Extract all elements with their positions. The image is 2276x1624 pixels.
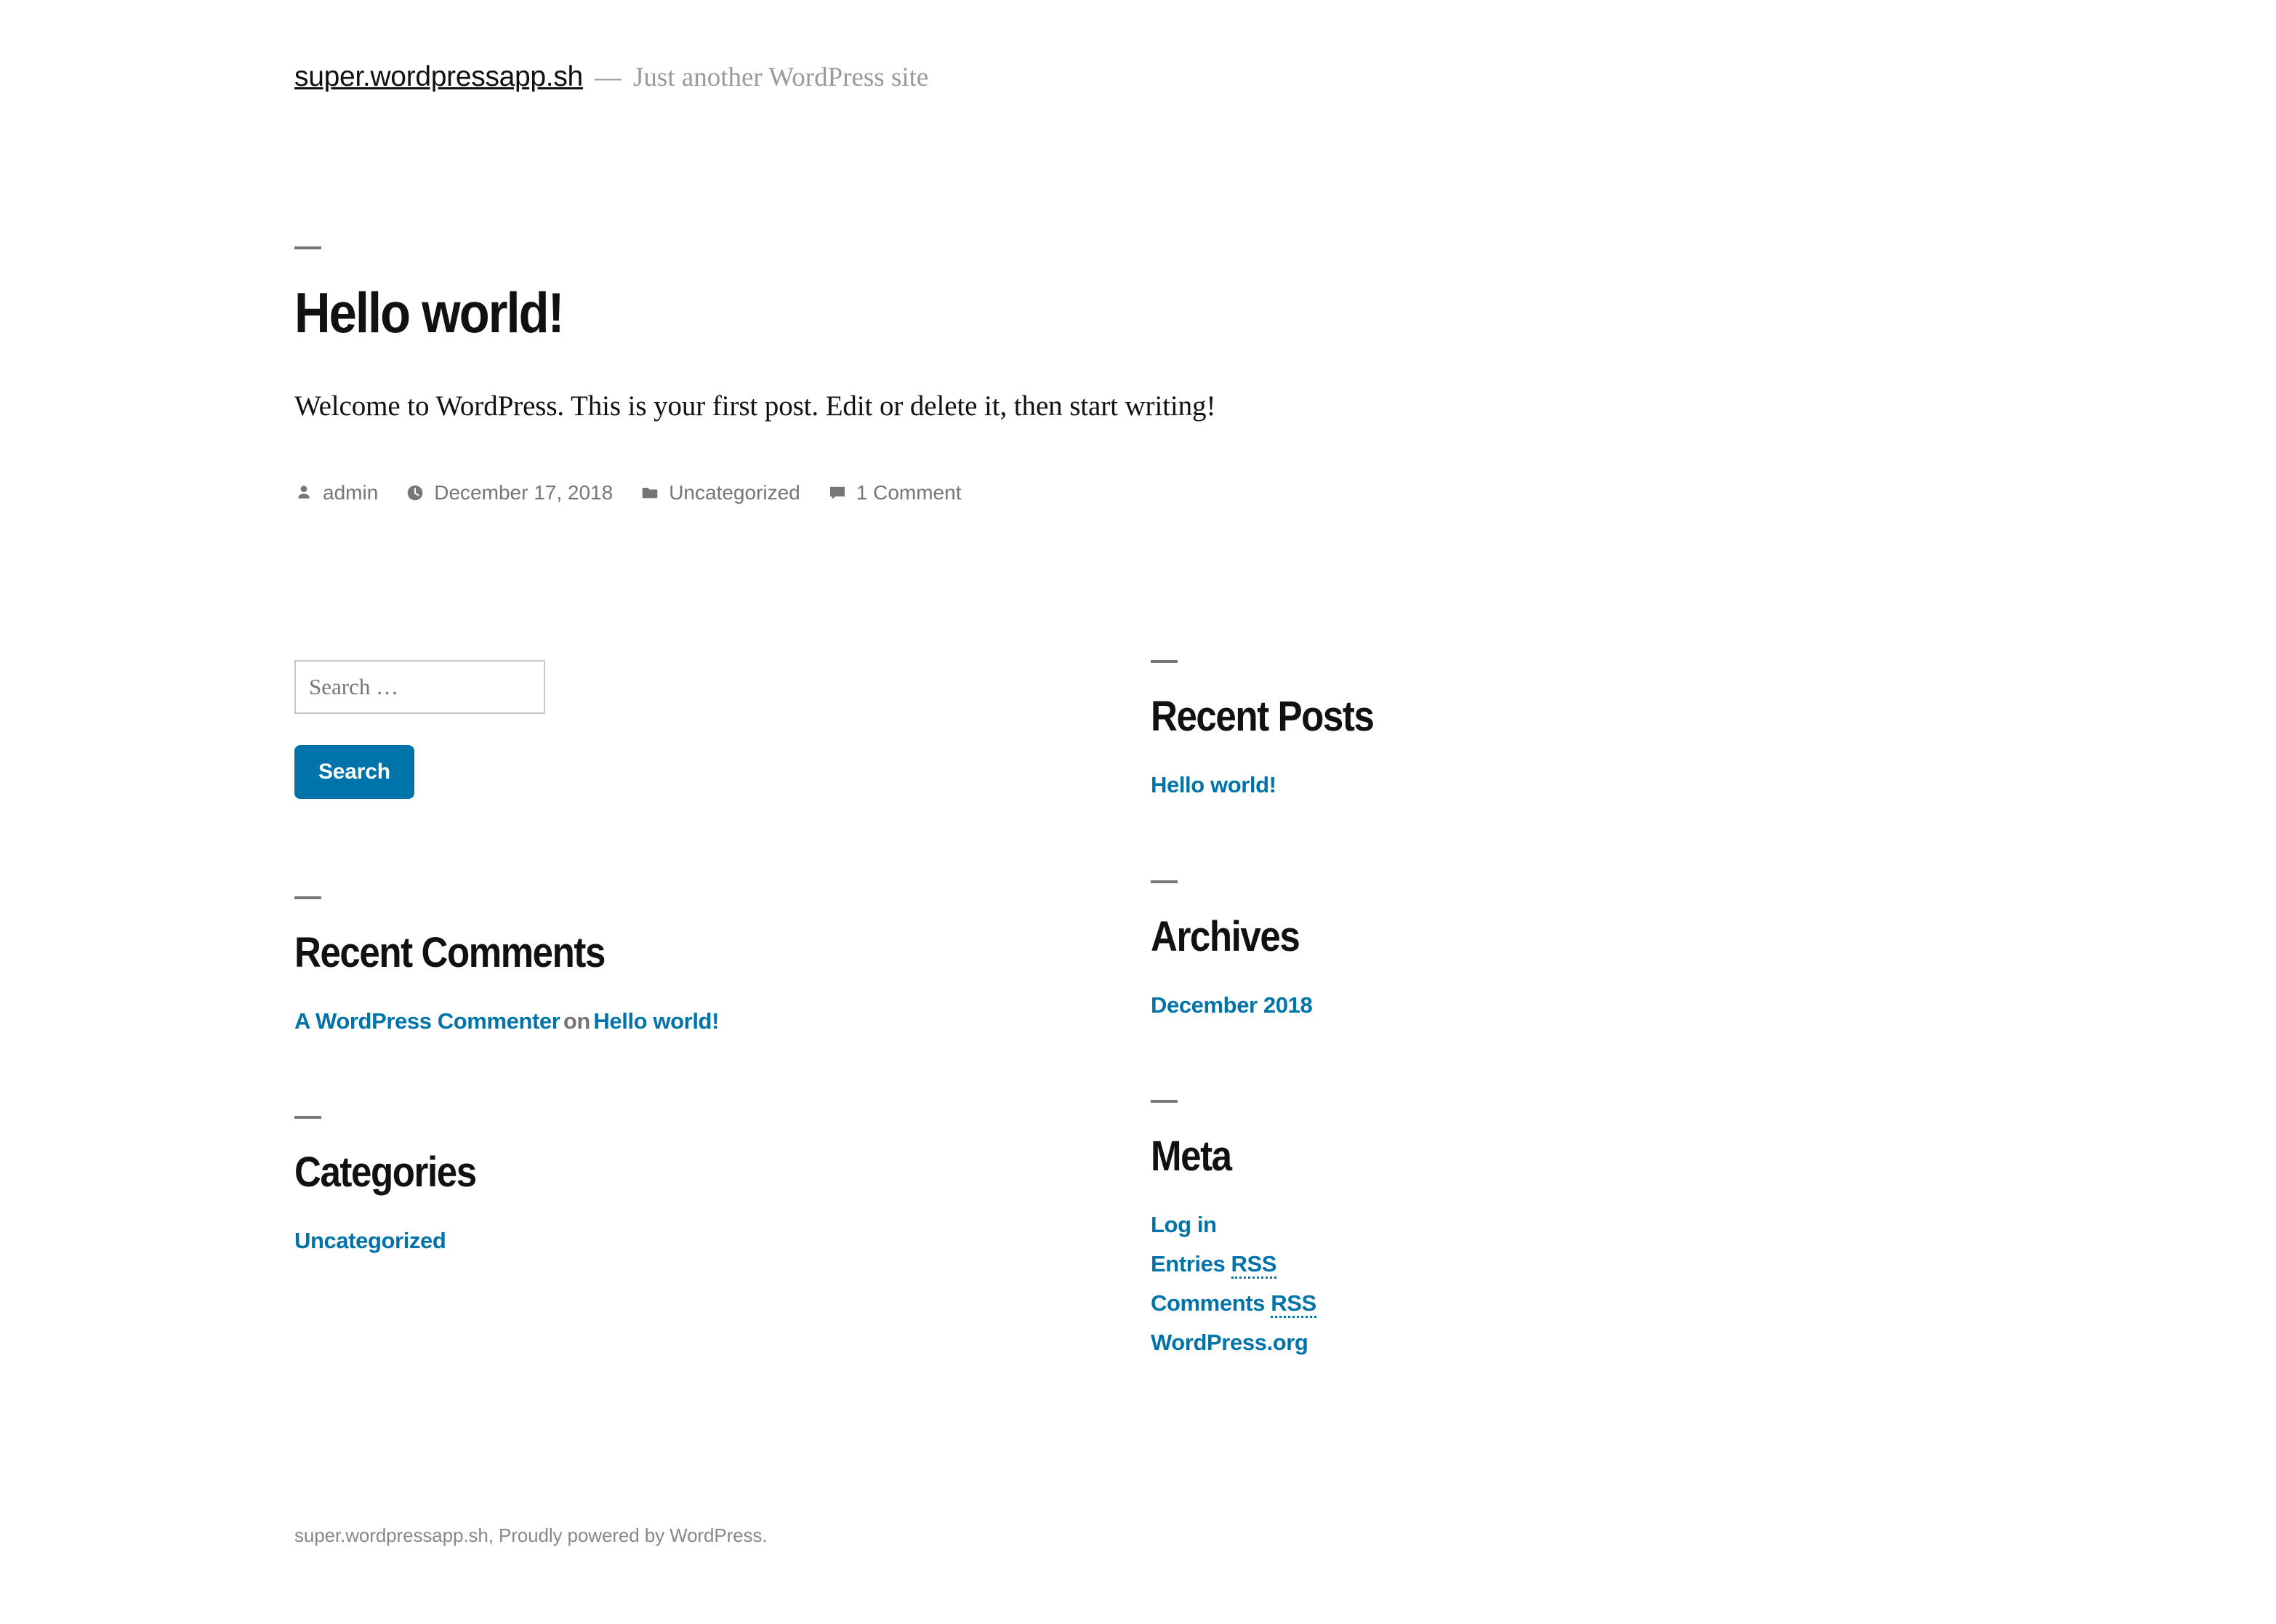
site-footer: super.wordpressapp.sh, Proudly powered b… (294, 1524, 768, 1546)
list-item: December 2018 (1151, 992, 1950, 1018)
post-meta-comments[interactable]: 1 Comment (828, 481, 962, 504)
site-description: Just another WordPress site (632, 63, 929, 92)
post-meta: admin December 17, 2018 Uncategorized 1 … (294, 428, 1988, 503)
meta-list: Log in Entries RSS Comments RSS WordPres… (1151, 1180, 1950, 1356)
widget-column-left: Search Recent Comments A WordPress Comme… (294, 660, 1094, 1253)
widget-archives-title: Archives (1151, 913, 1300, 960)
post-meta-date-label: December 17, 2018 (434, 481, 614, 504)
widget-archives: Archives December 2018 (1151, 880, 1950, 1018)
list-item: Log in (1151, 1212, 1950, 1238)
post-meta-comments-label: 1 Comment (856, 481, 962, 504)
widget-recent-posts-title: Recent Posts (1151, 693, 1375, 740)
meta-link-wordpress-org[interactable]: WordPress.org (1151, 1330, 1308, 1355)
site-header: super.wordpressapp.sh — Just another Wor… (294, 63, 928, 91)
widget-rule (1151, 880, 1178, 883)
rss-abbr: RSS (1231, 1250, 1276, 1279)
comment-bubble-icon (828, 483, 847, 502)
site-title-link[interactable]: super.wordpressapp.sh (294, 63, 583, 91)
widget-search: Search (294, 660, 1094, 799)
page-root: super.wordpressapp.sh — Just another Wor… (0, 0, 2276, 1624)
person-icon (294, 483, 313, 502)
widget-column-right: Recent Posts Hello world! Archives Decem… (1151, 660, 1950, 1355)
rss-abbr: RSS (1271, 1290, 1316, 1318)
meta-link-comments-rss[interactable]: Comments RSS (1151, 1290, 1316, 1318)
list-item: Comments RSS (1151, 1290, 1950, 1318)
list-item: A WordPress Commenter on Hello world! (294, 1008, 1094, 1034)
widget-recent-comments: Recent Comments A WordPress Commenter on… (294, 896, 1094, 1034)
archives-list: December 2018 (1151, 960, 1950, 1018)
post-article: Hello world! Welcome to WordPress. This … (294, 246, 1988, 503)
post-meta-author-label: admin (323, 481, 379, 504)
comment-post-link[interactable]: Hello world! (593, 1008, 719, 1034)
widget-rule (294, 896, 321, 899)
category-link-uncategorized[interactable]: Uncategorized (294, 1228, 446, 1253)
widget-meta: Meta Log in Entries RSS Comments RSS Wor… (1151, 1100, 1950, 1356)
categories-list: Uncategorized (294, 1196, 1094, 1254)
list-item: Uncategorized (294, 1228, 1094, 1254)
recent-posts-list: Hello world! (1151, 740, 1950, 798)
post-meta-author[interactable]: admin (294, 481, 379, 504)
post-meta-category-label: Uncategorized (669, 481, 800, 504)
post-meta-date[interactable]: December 17, 2018 (406, 481, 614, 504)
meta-link-comments-rss-label: Comments (1151, 1290, 1271, 1316)
meta-link-login[interactable]: Log in (1151, 1212, 1217, 1237)
list-item: Hello world! (1151, 772, 1950, 798)
widget-rule (294, 1116, 321, 1119)
clock-icon (406, 483, 425, 502)
widget-rule (1151, 660, 1178, 663)
widget-recent-comments-title: Recent Comments (294, 929, 606, 976)
widget-categories: Categories Uncategorized (294, 1116, 1094, 1254)
search-button[interactable]: Search (294, 745, 414, 799)
widget-rule (1151, 1100, 1178, 1103)
post-meta-category[interactable]: Uncategorized (640, 481, 800, 504)
comment-connector: on (563, 1008, 590, 1034)
meta-link-entries-rss-label: Entries (1151, 1250, 1231, 1277)
widget-categories-title: Categories (294, 1149, 477, 1196)
folder-icon (640, 483, 659, 502)
post-title: Hello world! (294, 281, 564, 345)
post-title-rule (294, 246, 321, 249)
post-body-text: Welcome to WordPress. This is your first… (294, 390, 1216, 422)
archive-link-december-2018[interactable]: December 2018 (1151, 992, 1313, 1018)
site-title-separator: — (594, 63, 622, 92)
widget-meta-title: Meta (1151, 1133, 1232, 1180)
comment-author-link[interactable]: A WordPress Commenter (294, 1008, 560, 1034)
list-item: Entries RSS (1151, 1250, 1950, 1279)
recent-comments-list: A WordPress Commenter on Hello world! (294, 976, 1094, 1034)
widget-recent-posts: Recent Posts Hello world! (1151, 660, 1950, 798)
list-item: WordPress.org (1151, 1330, 1950, 1356)
meta-link-entries-rss[interactable]: Entries RSS (1151, 1250, 1276, 1279)
recent-post-link-hello-world[interactable]: Hello world! (1151, 772, 1276, 797)
search-input[interactable] (294, 660, 545, 714)
